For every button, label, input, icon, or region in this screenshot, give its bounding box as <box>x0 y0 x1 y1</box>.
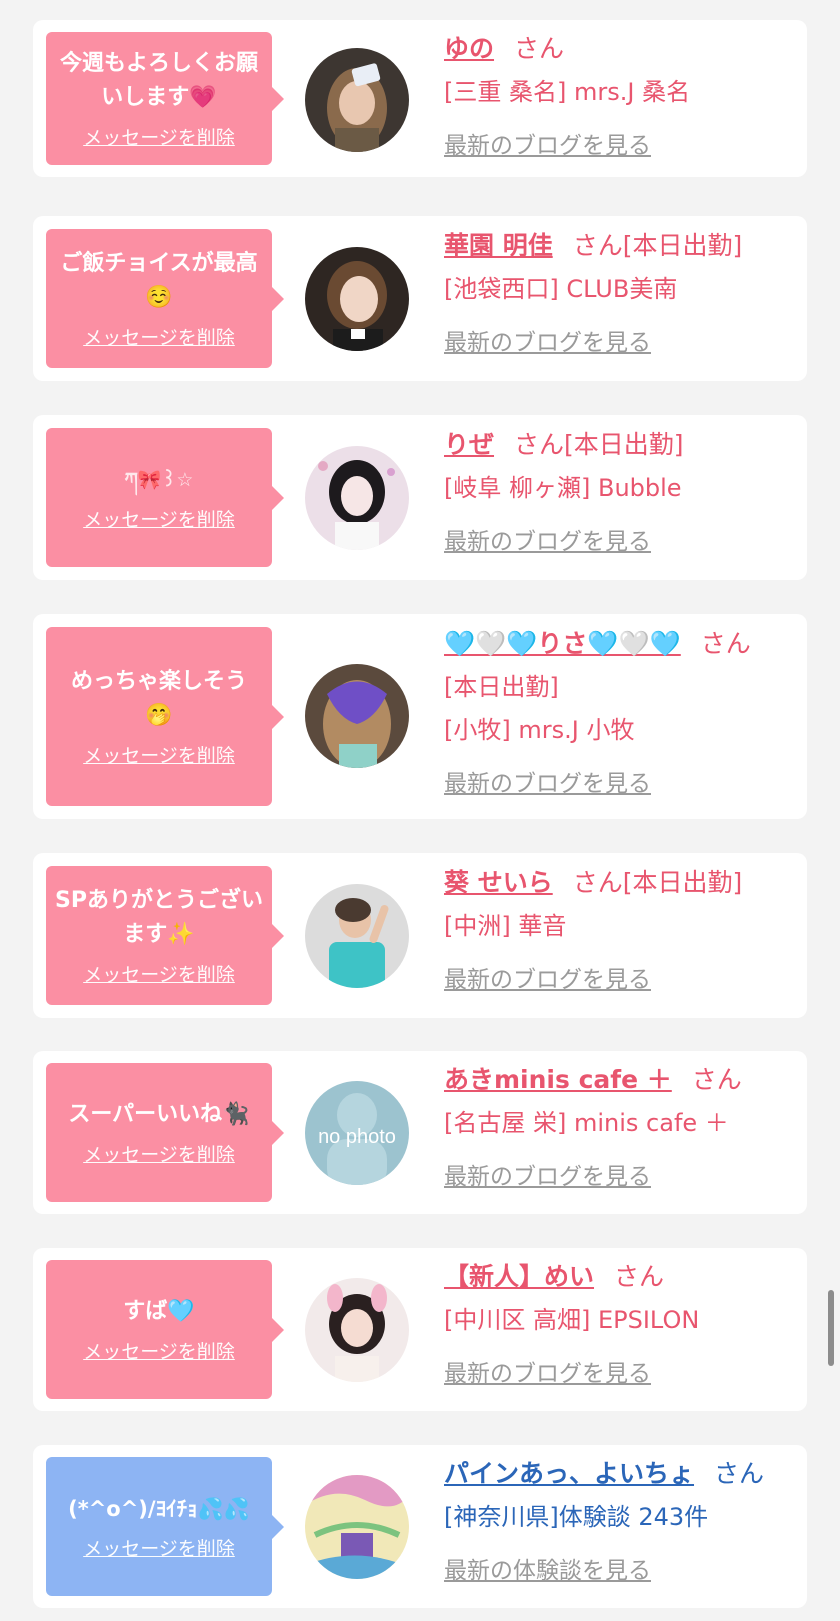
honorific: さん <box>714 1459 765 1488</box>
honorific: さん <box>700 629 751 658</box>
message-card: ཀ🎀꒱☆ メッセージを削除 りぜ さん[本日出勤] [岐阜 柳ヶ瀬] Bubble… <box>33 415 807 580</box>
message-card: すば🩵 メッセージを削除 【新人】めい さん [中川区 高畑] EPSILON 最… <box>33 1248 807 1411</box>
profile-info: りぜ さん[本日出勤] [岐阜 柳ヶ瀬] Bubble 最新のブログを見る <box>444 428 793 556</box>
avatar[interactable] <box>305 247 409 351</box>
delete-message-link[interactable]: メッセージを削除 <box>83 505 235 532</box>
no-photo-text: no photo <box>318 1126 396 1148</box>
profile-name-link[interactable]: パインあっ、よいちょ <box>444 1459 694 1488</box>
latest-blog-link[interactable]: 最新のブログを見る <box>444 323 651 357</box>
latest-blog-link[interactable]: 最新のブログを見る <box>444 126 651 160</box>
latest-blog-link[interactable]: 最新のブログを見る <box>444 960 651 994</box>
profile-info: 葵 せいら さん[本日出勤] [中洲] 華音 最新のブログを見る <box>444 866 793 994</box>
latest-blog-link[interactable]: 最新のブログを見る <box>444 522 651 556</box>
honorific: さん <box>614 1262 665 1291</box>
profile-name-link[interactable]: 葵 せいら <box>444 868 553 897</box>
avatar[interactable]: no photo <box>305 1081 409 1185</box>
profile-name-link[interactable]: 🩵🤍🩵りさ🩵🤍🩵 <box>444 629 681 658</box>
profile-info: パインあっ、よいちょ さん [神奈川県]体験談 243件 最新の体験談を見る <box>444 1457 793 1585</box>
honorific: さん <box>691 1065 742 1094</box>
profile-info: 【新人】めい さん [中川区 高畑] EPSILON 最新のブログを見る <box>444 1260 793 1388</box>
attendance-status: [本日出勤] <box>444 673 559 701</box>
message-card: めっちゃ楽しそう🤭 メッセージを削除 🩵🤍🩵りさ🩵🤍🩵 さん [本日出勤] [小牧… <box>33 614 807 819</box>
profile-info: ゆの さん [三重 桑名] mrs.J 桑名 最新のブログを見る <box>444 32 793 160</box>
message-text: すば🩵 <box>123 1299 195 1324</box>
message-bubble: ཀ🎀꒱☆ メッセージを削除 <box>46 428 284 567</box>
message-text: スーパーいいね🐈‍⬛ <box>68 1102 250 1127</box>
avatar[interactable] <box>305 1475 409 1579</box>
delete-message-link[interactable]: メッセージを削除 <box>83 1140 235 1167</box>
message-text: SPありがとうございます✨ <box>55 888 263 947</box>
message-bubble: ご飯チョイスが最高☺️ メッセージを削除 <box>46 229 284 368</box>
profile-name-link[interactable]: りぜ <box>444 430 494 459</box>
honorific: さん <box>514 430 565 459</box>
message-text: めっちゃ楽しそう🤭 <box>70 669 247 728</box>
latest-blog-link[interactable]: 最新のブログを見る <box>444 1354 651 1388</box>
delete-message-link[interactable]: メッセージを削除 <box>83 1337 235 1364</box>
message-bubble: 今週もよろしくお願いします💗 メッセージを削除 <box>46 32 284 165</box>
location-text: [岐阜 柳ヶ瀬] Bubble <box>444 474 682 502</box>
profile-info: 華園 明佳 さん[本日出勤] [池袋西口] CLUB美南 最新のブログを見る <box>444 229 793 357</box>
profile-info: 🩵🤍🩵りさ🩵🤍🩵 さん [本日出勤] [小牧] mrs.J 小牧 最新のブログを見… <box>444 627 793 798</box>
avatar[interactable] <box>305 1278 409 1382</box>
location-text: [神奈川県]体験談 243件 <box>444 1503 709 1531</box>
message-card: 今週もよろしくお願いします💗 メッセージを削除 ゆの さん [三重 桑名] mrs… <box>33 20 807 177</box>
location-text: [小牧] mrs.J 小牧 <box>444 716 635 744</box>
delete-message-link[interactable]: メッセージを削除 <box>83 323 235 350</box>
avatar[interactable] <box>305 884 409 988</box>
latest-blog-link[interactable]: 最新のブログを見る <box>444 764 651 798</box>
attendance-status: [本日出勤] <box>564 430 684 459</box>
attendance-status: [本日出勤] <box>622 231 743 260</box>
message-card: ご飯チョイスが最高☺️ メッセージを削除 華園 明佳 さん[本日出勤] [池袋西口… <box>33 216 807 381</box>
message-bubble: スーパーいいね🐈‍⬛ メッセージを削除 <box>46 1063 284 1202</box>
honorific: さん <box>572 231 623 260</box>
message-bubble: すば🩵 メッセージを削除 <box>46 1260 284 1399</box>
profile-name-link[interactable]: 華園 明佳 <box>444 231 553 260</box>
message-card: (*^o^)/ﾖｲﾁｮ💦💦 メッセージを削除 パインあっ、よいちょ さん [神奈川… <box>33 1445 807 1608</box>
message-text: ཀ🎀꒱☆ <box>124 469 194 491</box>
location-text: [池袋西口] CLUB美南 <box>444 275 678 303</box>
avatar[interactable] <box>305 664 409 768</box>
location-text: [中川区 高畑] EPSILON <box>444 1306 700 1334</box>
message-text: ご飯チョイスが最高☺️ <box>60 251 258 310</box>
latest-review-link[interactable]: 最新の体験談を見る <box>444 1551 651 1585</box>
profile-info: あきminis cafe ＋ さん [名古屋 栄] minis cafe ＋ 最新… <box>444 1063 793 1191</box>
location-text: [三重 桑名] mrs.J 桑名 <box>444 78 691 106</box>
message-text: (*^o^)/ﾖｲﾁｮ💦💦 <box>68 1497 250 1521</box>
honorific: さん <box>514 34 565 63</box>
message-bubble: めっちゃ楽しそう🤭 メッセージを削除 <box>46 627 284 806</box>
attendance-status: [本日出勤] <box>622 868 743 897</box>
honorific: さん <box>572 868 623 897</box>
profile-name-link[interactable]: あきminis cafe ＋ <box>444 1065 672 1094</box>
delete-message-link[interactable]: メッセージを削除 <box>83 1534 235 1561</box>
delete-message-link[interactable]: メッセージを削除 <box>83 123 235 150</box>
message-bubble: (*^o^)/ﾖｲﾁｮ💦💦 メッセージを削除 <box>46 1457 284 1596</box>
profile-name-link[interactable]: ゆの <box>444 34 494 63</box>
delete-message-link[interactable]: メッセージを削除 <box>83 960 235 987</box>
message-text: 今週もよろしくお願いします💗 <box>59 51 258 110</box>
message-card: SPありがとうございます✨ メッセージを削除 葵 せいら さん[本日出勤] [中洲… <box>33 853 807 1018</box>
message-bubble: SPありがとうございます✨ メッセージを削除 <box>46 866 284 1005</box>
message-card: スーパーいいね🐈‍⬛ メッセージを削除 no photo あきminis caf… <box>33 1051 807 1214</box>
delete-message-link[interactable]: メッセージを削除 <box>83 741 235 768</box>
latest-blog-link[interactable]: 最新のブログを見る <box>444 1157 651 1191</box>
location-text: [中洲] 華音 <box>444 912 567 940</box>
scrollbar[interactable] <box>828 1290 834 1366</box>
location-text: [名古屋 栄] minis cafe ＋ <box>444 1109 729 1137</box>
avatar[interactable] <box>305 48 409 152</box>
avatar[interactable] <box>305 446 409 550</box>
profile-name-link[interactable]: 【新人】めい <box>444 1262 594 1291</box>
